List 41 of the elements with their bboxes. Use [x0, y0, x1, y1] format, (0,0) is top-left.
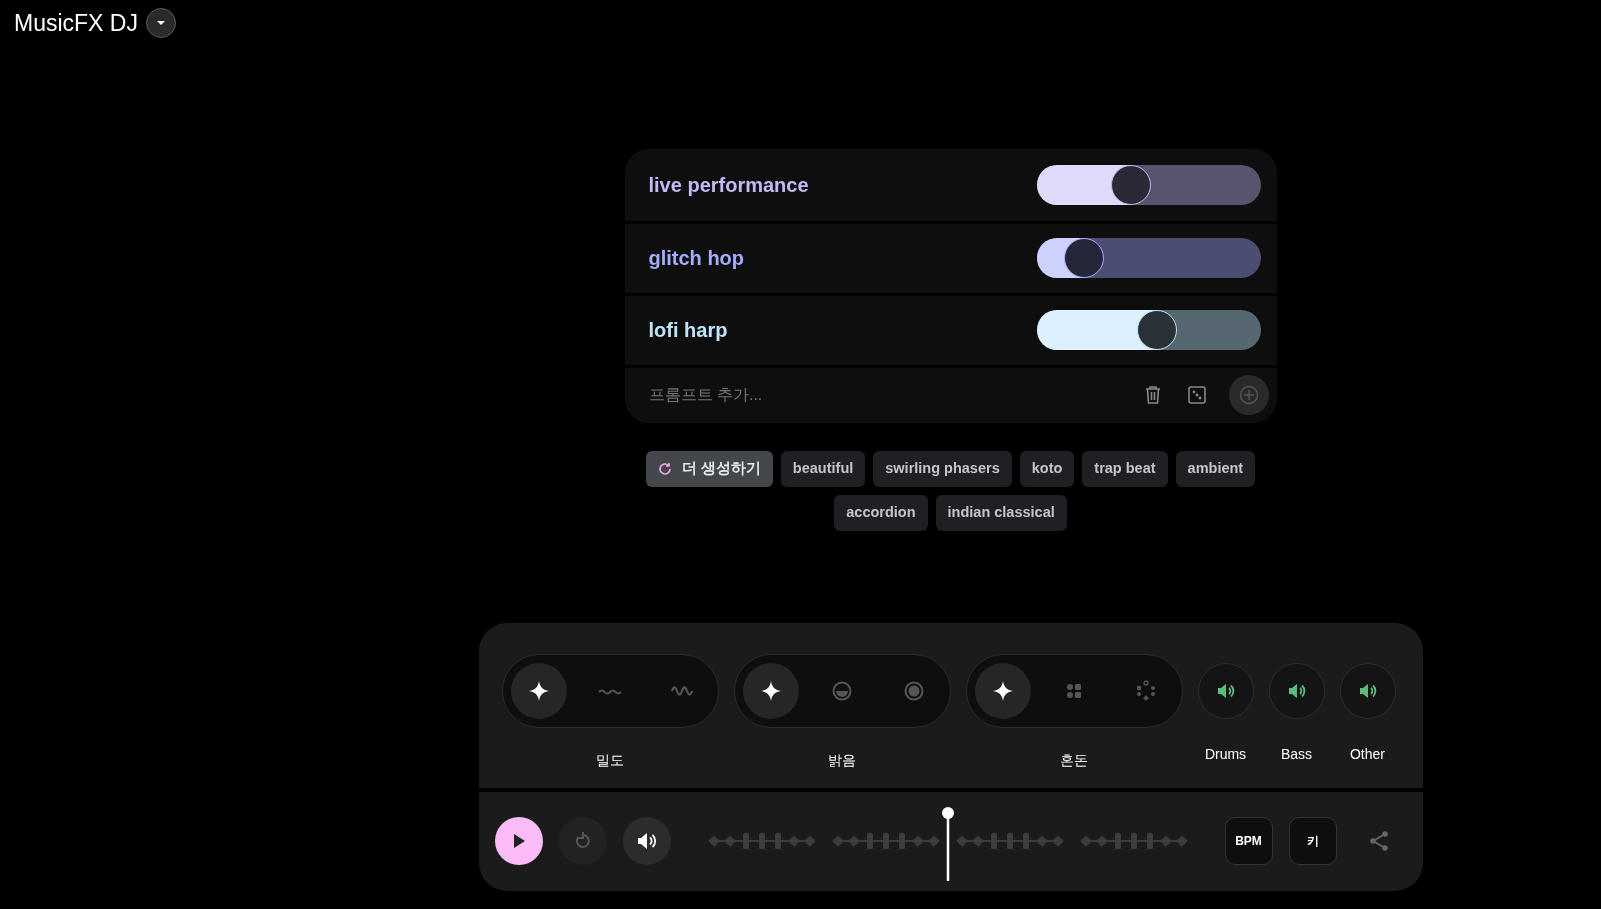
refresh-icon	[657, 461, 672, 476]
app-title: MusicFX DJ	[14, 9, 138, 38]
weight-slider[interactable]	[1036, 238, 1261, 278]
add-prompt-button[interactable]	[1228, 375, 1269, 415]
dice-icon	[1187, 386, 1206, 404]
suggestion-chip[interactable]: indian classical	[935, 494, 1067, 531]
share-icon	[1367, 830, 1390, 852]
option-button[interactable]	[510, 662, 567, 719]
suggestion-chip[interactable]: ambient	[1175, 450, 1256, 487]
control-label: 혼돈	[1060, 750, 1088, 770]
plus-circle-icon	[1238, 385, 1259, 405]
weight-slider[interactable]	[1036, 310, 1261, 350]
control-label: 밝음	[828, 750, 856, 770]
prompt-text: lofi harp	[648, 318, 728, 343]
speaker-icon	[636, 831, 657, 851]
dropdown-button[interactable]	[145, 8, 176, 39]
prompt-text: live performance	[648, 172, 809, 198]
stem-label: Drums	[1204, 744, 1247, 764]
toggle-button[interactable]: 키	[1288, 817, 1337, 865]
option-button[interactable]	[974, 662, 1031, 719]
weight-slider[interactable]	[1036, 164, 1261, 205]
option-button[interactable]	[742, 662, 799, 719]
suggestion-chip[interactable]: accordion	[834, 494, 928, 531]
toggle-button[interactable]: BPM	[1224, 817, 1273, 865]
stem-label: Other	[1350, 744, 1385, 764]
suggestion-chip[interactable]: beautiful	[780, 450, 866, 487]
control-label: 밀도	[596, 750, 624, 770]
play-icon	[511, 833, 526, 849]
suggestion-chip[interactable]: koto	[1019, 450, 1075, 487]
wave-icon	[669, 685, 694, 696]
trash-icon	[1143, 385, 1162, 405]
suggestion-chip[interactable]: swirling phasers	[873, 450, 1012, 487]
slider-thumb[interactable]	[1137, 310, 1178, 350]
prompt-text: glitch hop	[648, 246, 745, 271]
generate-more-button[interactable]: 더 생성하기	[645, 450, 773, 487]
volume-button[interactable]	[622, 817, 671, 865]
suggestion-chip[interactable]: trap beat	[1082, 450, 1168, 487]
play-button[interactable]	[494, 817, 543, 865]
caret-icon	[155, 20, 166, 27]
stem-label: Bass	[1280, 744, 1313, 764]
playhead[interactable]	[941, 807, 954, 881]
